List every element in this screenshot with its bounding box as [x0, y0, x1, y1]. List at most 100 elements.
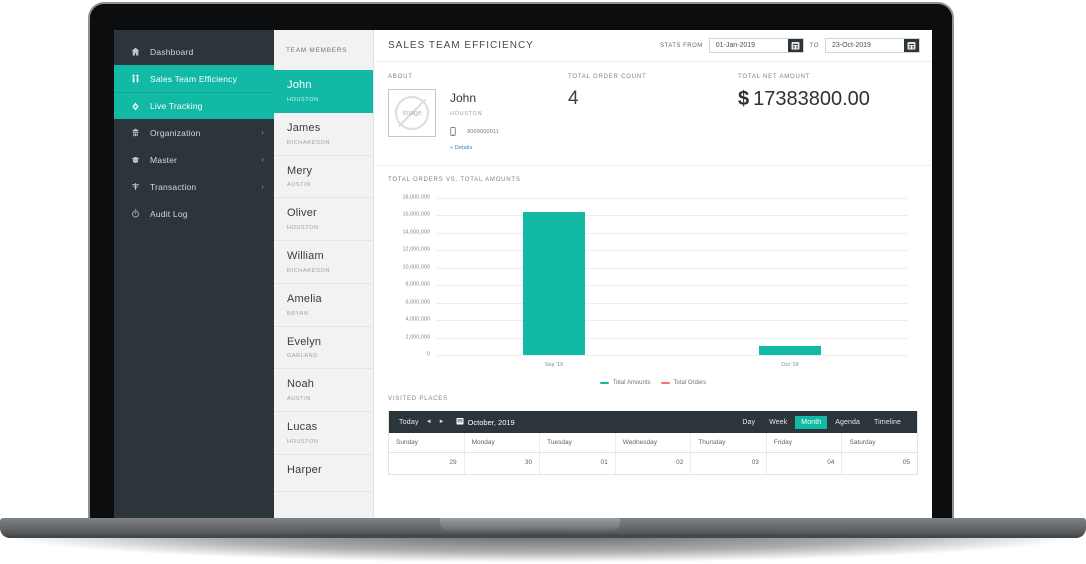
legend-label: Total Amounts [612, 380, 651, 386]
sidebar-nav: Dashboard Sales Team Efficiency Live Track… [114, 30, 274, 525]
team-member-item[interactable]: Noah AUSTIN [274, 369, 373, 412]
team-member-item[interactable]: Oliver HOUSTON [274, 198, 373, 241]
team-member-city: BRYAN [287, 310, 309, 317]
sidebar-item-dashboard[interactable]: Dashboard [114, 38, 274, 65]
team-member-name: Lucas [287, 421, 318, 433]
chart-x-tick-label: Oct '19 [781, 362, 799, 368]
sidebar-item-label: Sales Team Efficiency [150, 73, 238, 84]
team-member-item[interactable]: Lucas HOUSTON [274, 412, 373, 455]
sidebar-item-organization[interactable]: Organization › [114, 119, 274, 146]
team-member-city: HOUSTON [287, 438, 319, 445]
chart-bar[interactable] [759, 345, 821, 355]
chart-gridline: 16,000,000 [402, 212, 908, 217]
calendar-view-switcher: Day Week Month Agenda Timeline [736, 415, 907, 429]
chart-x-tick-label: Sep '19 [544, 362, 564, 368]
total-order-count-value: 4 [568, 88, 579, 109]
total-net-amount-label: TOTAL NET AMOUNT [738, 74, 811, 80]
chart-section: TOTAL ORDERS VS. TOTAL AMOUNTS 18,000,00… [374, 166, 932, 392]
team-member-item[interactable]: Mery AUSTIN [274, 155, 373, 199]
net-amount-number: 17383800.00 [753, 88, 870, 110]
team-member-item[interactable]: Amelia BRYAN [274, 283, 373, 327]
bar-chart: 18,000,000 16,000,000 14,000,000 12,000,000… [388, 192, 918, 377]
sidebar-item-sales-team-efficiency[interactable]: Sales Team Efficiency [114, 65, 274, 92]
calendar-day-header: Wednesday [615, 433, 692, 453]
chevron-right-icon: › [261, 127, 264, 137]
sidebar-item-label: Organization [150, 127, 201, 138]
calendar-day-cell[interactable]: 30 [465, 453, 541, 474]
calendar-day-cell[interactable]: 01 [540, 453, 616, 474]
calendar-view-timeline[interactable]: Timeline [868, 416, 907, 429]
team-member-city: GARLAND [287, 353, 318, 360]
main-content: SALES TEAM EFFICIENCY STATS FROM 01-Jan-… [374, 30, 932, 525]
calendar-picker-icon-from[interactable] [787, 39, 803, 52]
team-member-name: James [287, 121, 321, 134]
about-summary-strip: ABOUT Image John HOUSTON 9000000011 » De… [374, 62, 932, 166]
team-members-list: John HOUSTON James RICHARDSON Mery AUSTIN Oliv… [274, 70, 373, 492]
chart-gridline: 6,000,000 [406, 299, 908, 304]
chart-gridline: 14,000,000 [402, 230, 908, 235]
sidebar-item-audit-log[interactable]: Audit Log [114, 200, 274, 227]
team-member-name: William [287, 250, 324, 262]
chart-y-tick-label: 4,000,000 [405, 316, 430, 323]
team-member-city: AUSTIN [287, 396, 311, 402]
team-member-name: Oliver [287, 207, 317, 220]
calendar-day-cell[interactable]: 05 [842, 453, 917, 474]
calendar-prev-icon[interactable]: ◄ [426, 419, 432, 425]
team-member-item[interactable]: John HOUSTON [274, 70, 373, 113]
team-member-name: Harper [287, 463, 322, 476]
sidebar-item-transaction[interactable]: Transaction › [114, 173, 274, 200]
clock-icon [128, 209, 142, 218]
team-member-item[interactable]: Harper [274, 454, 373, 492]
sidebar-item-master[interactable]: Master › [114, 146, 274, 173]
calendar-widget: Today ◄ ► October, 2019 Day Week Month A… [388, 411, 918, 475]
calendar-view-month[interactable]: Month [795, 415, 828, 429]
chart-y-tick-label: 8,000,000 [405, 281, 430, 288]
team-member-item[interactable]: William RICHARDSON [274, 241, 373, 284]
top-bar: SALES TEAM EFFICIENCY STATS FROM 01-Jan-… [374, 30, 932, 62]
chart-legend: Total Amounts Total Orders [388, 380, 918, 386]
visited-places-section: VISITED PLACES Today ◄ ► October, 2019 D… [374, 392, 932, 475]
total-net-amount-value: $17383800.00 [738, 89, 918, 109]
chart-gridline: 18,000,000 [402, 195, 908, 200]
calendar-day-cell[interactable]: 04 [767, 453, 843, 474]
calendar-picker-icon-to[interactable] [904, 39, 919, 52]
sidebar-item-label: Live Tracking [150, 101, 203, 111]
calendar-day-cell[interactable]: 29 [389, 453, 465, 474]
location-icon [128, 102, 142, 111]
calendar-view-day[interactable]: Day [736, 416, 761, 429]
chart-plot-area: 18,000,000 16,000,000 14,000,000 12,000,000… [402, 195, 908, 368]
broken-image-icon: Image [395, 96, 429, 130]
chevron-right-icon: › [261, 154, 264, 164]
chart-y-tick-label: 0 [426, 351, 430, 358]
team-member-name: Noah [287, 378, 315, 391]
total-order-count-label: TOTAL ORDER COUNT [568, 74, 647, 80]
calendar-day-header: Monday [464, 433, 541, 453]
person-phone-row: 9000000011 [450, 123, 499, 141]
calendar-today-button[interactable]: Today [399, 419, 419, 426]
chart-legend-item[interactable]: Total Orders [660, 380, 706, 386]
sidebar-item-label: Master [150, 154, 178, 165]
chart-y-tick-label: 6,000,000 [405, 298, 430, 305]
team-member-item[interactable]: Evelyn GARLAND [274, 326, 373, 370]
calendar-day-headers: Sunday Monday Tuesday Wednesday Thursday Frid… [389, 433, 918, 453]
team-members-panel: TEAM MEMBERS John HOUSTON James RICHARDSON M… [274, 30, 374, 525]
calendar-view-agenda[interactable]: Agenda [829, 416, 866, 429]
calendar-view-week[interactable]: Week [763, 416, 793, 429]
details-link[interactable]: » Details [450, 145, 499, 151]
date-to-field[interactable]: 23-Oct-2019 [825, 38, 920, 53]
team-member-city: HOUSTON [287, 96, 319, 103]
calendar-current-month: October, 2019 [467, 417, 515, 427]
team-member-item[interactable]: James RICHARDSON [274, 112, 373, 156]
calendar-next-icon[interactable]: ► [439, 419, 445, 425]
calendar-day-cell[interactable]: 02 [616, 453, 692, 474]
chart-legend-item[interactable]: Total Amounts [599, 380, 651, 386]
chart-bar[interactable] [523, 212, 585, 355]
chart-gridline: 8,000,000 [406, 282, 908, 287]
chart-gridline: 10,000,000 [402, 264, 908, 270]
calendar-day-cell[interactable]: 03 [691, 453, 767, 474]
total-net-amount-card: TOTAL NET AMOUNT $17383800.00 [738, 74, 918, 151]
sidebar-item-live-tracking[interactable]: Live Tracking [114, 92, 274, 119]
calendar-day-header: Sunday [389, 433, 465, 453]
calendar-day-header: Thursday [691, 433, 767, 453]
date-from-field[interactable]: 01-Jan-2019 [708, 38, 804, 53]
